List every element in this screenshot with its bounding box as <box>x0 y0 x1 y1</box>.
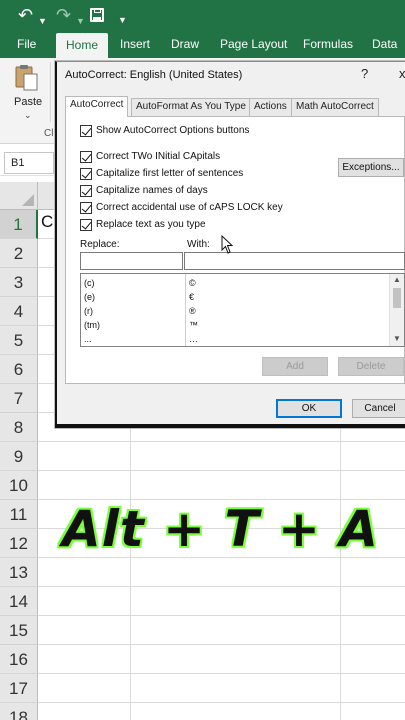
with-label: With: <box>187 239 210 250</box>
dialog-title: AutoCorrect: English (United States) <box>65 69 243 81</box>
row-header[interactable]: 2 <box>0 239 38 268</box>
scroll-down-icon[interactable]: ▼ <box>393 334 401 343</box>
tab-actions[interactable]: Actions <box>249 98 292 116</box>
tab-autocorrect[interactable]: AutoCorrect <box>65 96 129 117</box>
redo-dropdown-icon[interactable]: ▼ <box>76 10 85 32</box>
close-icon[interactable]: x <box>399 66 405 81</box>
row-header[interactable]: 4 <box>0 297 38 326</box>
row-header[interactable]: 11 <box>0 500 38 529</box>
cancel-button[interactable]: Cancel <box>352 399 405 418</box>
tab-math-autocorrect[interactable]: Math AutoCorrect <box>291 98 379 116</box>
show-options-label: Show AutoCorrect Options buttons <box>96 125 250 136</box>
redo-icon[interactable]: ↷ <box>56 4 71 26</box>
grid-line <box>38 470 405 471</box>
autocorrect-panel: Show AutoCorrect Options buttons Correct… <box>65 116 405 384</box>
replace-text-checkbox[interactable] <box>80 219 92 231</box>
replacement-list[interactable]: (c) © (e) € (r) ® (tm) ™ ...… ▲ ▼ <box>80 273 405 347</box>
row-header[interactable]: 14 <box>0 587 38 616</box>
grid-line <box>38 673 405 674</box>
grid-line <box>38 441 405 442</box>
row-header[interactable]: 17 <box>0 674 38 703</box>
help-icon[interactable]: ? <box>361 66 368 81</box>
capitalize-days-label: Capitalize names of days <box>96 185 208 196</box>
title-bar: ↶ ▼ ↷ ▼ ▼ <box>0 0 405 31</box>
list-item[interactable]: (tm) ™ <box>81 318 389 332</box>
row-header[interactable]: 8 <box>0 413 38 442</box>
replace-input[interactable] <box>80 252 183 270</box>
tab-draw[interactable]: Draw <box>171 31 199 58</box>
exceptions-button[interactable]: Exceptions... <box>338 158 404 177</box>
list-item[interactable]: (e) € <box>81 290 389 304</box>
row-header[interactable]: 3 <box>0 268 38 297</box>
list-item[interactable]: (r) ® <box>81 304 389 318</box>
tab-file[interactable]: File <box>17 31 36 58</box>
row-header[interactable]: 16 <box>0 645 38 674</box>
row-header[interactable]: 6 <box>0 355 38 384</box>
with-input[interactable] <box>184 252 405 270</box>
caps-lock-label: Correct accidental use of cAPS LOCK key <box>96 202 283 213</box>
customize-icon[interactable]: ▼ <box>118 9 127 31</box>
grid-line <box>38 586 405 587</box>
row-header[interactable]: 10 <box>0 471 38 500</box>
correct-two-initial-caps-label: Correct TWo INitial CApitals <box>96 151 221 162</box>
capitalize-first-letter-checkbox[interactable] <box>80 168 92 180</box>
replace-label: Replace: <box>80 239 120 250</box>
row-header[interactable]: 18 <box>0 703 38 720</box>
tab-data[interactable]: Data <box>372 31 397 58</box>
select-all-button[interactable] <box>0 182 38 210</box>
shortcut-overlay-text: Alt + T + A <box>62 500 379 558</box>
capitalize-days-checkbox[interactable] <box>80 185 92 197</box>
grid-line <box>38 644 405 645</box>
row-header[interactable]: 9 <box>0 442 38 471</box>
name-box[interactable]: B1 <box>4 152 54 174</box>
tab-insert[interactable]: Insert <box>120 31 150 58</box>
list-item[interactable]: ...… <box>81 332 389 346</box>
ribbon-tabs: File Home Insert Draw Page Layout Formul… <box>0 31 405 58</box>
undo-dropdown-icon[interactable]: ▼ <box>38 10 47 32</box>
row-header[interactable]: 12 <box>0 529 38 558</box>
row-header[interactable]: 1 <box>0 210 38 239</box>
ribbon-divider <box>50 62 51 122</box>
save-icon[interactable] <box>90 8 104 22</box>
scroll-up-icon[interactable]: ▲ <box>393 275 401 284</box>
delete-button[interactable]: Delete <box>338 357 404 376</box>
add-button[interactable]: Add <box>262 357 328 376</box>
clipboard-group-label: Cl <box>44 128 54 139</box>
list-scrollbar[interactable]: ▲ ▼ <box>389 274 404 346</box>
list-item[interactable]: (c) © <box>81 276 389 290</box>
paste-icon[interactable] <box>14 64 40 92</box>
tab-page-layout[interactable]: Page Layout <box>220 31 287 58</box>
paste-button-label[interactable]: Paste <box>14 96 42 108</box>
replace-text-label: Replace text as you type <box>96 219 206 230</box>
row-header[interactable]: 13 <box>0 558 38 587</box>
tab-autoformat[interactable]: AutoFormat As You Type <box>131 98 251 116</box>
undo-icon[interactable]: ↶ <box>18 4 33 26</box>
tab-home[interactable]: Home <box>56 33 109 58</box>
row-header[interactable]: 15 <box>0 616 38 645</box>
row-header[interactable]: 5 <box>0 326 38 355</box>
grid-line <box>38 615 405 616</box>
row-header[interactable]: 7 <box>0 384 38 413</box>
ok-button[interactable]: OK <box>276 399 342 418</box>
grid-line <box>38 702 405 703</box>
tab-formulas[interactable]: Formulas <box>303 31 353 58</box>
mouse-cursor-icon <box>221 235 234 254</box>
chevron-down-icon[interactable]: ⌄ <box>24 110 32 121</box>
scroll-thumb[interactable] <box>393 288 401 308</box>
show-options-checkbox[interactable] <box>80 125 92 137</box>
capitalize-first-letter-label: Capitalize first letter of sentences <box>96 168 244 179</box>
correct-two-initial-caps-checkbox[interactable] <box>80 151 92 163</box>
caps-lock-checkbox[interactable] <box>80 202 92 214</box>
